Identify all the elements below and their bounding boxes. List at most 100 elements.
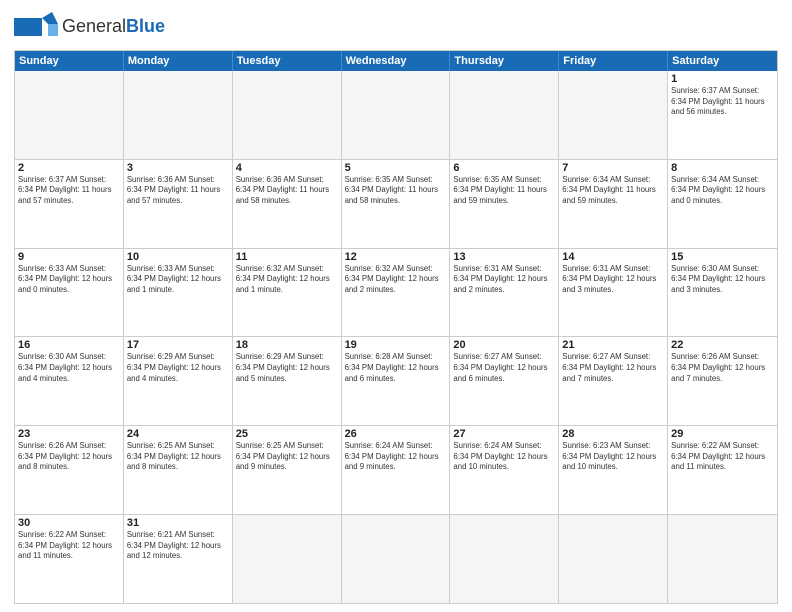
cell-11: 11Sunrise: 6:32 AM Sunset: 6:34 PM Dayli… [233,249,342,337]
day-info-21: Sunrise: 6:27 AM Sunset: 6:34 PM Dayligh… [562,352,664,384]
calendar-body: 1Sunrise: 6:37 AM Sunset: 6:34 PM Daylig… [15,71,777,603]
cell-3: 3Sunrise: 6:36 AM Sunset: 6:34 PM Daylig… [124,160,233,248]
logo-blue-text: Blue [126,16,165,36]
day-num-12: 12 [345,251,447,263]
day-num-28: 28 [562,428,664,440]
cell-27: 27Sunrise: 6:24 AM Sunset: 6:34 PM Dayli… [450,426,559,514]
day-num-13: 13 [453,251,555,263]
logo-svg [14,10,58,44]
cal-row-0: 1Sunrise: 6:37 AM Sunset: 6:34 PM Daylig… [15,71,777,159]
day-num-11: 11 [236,251,338,263]
cal-row-1: 2Sunrise: 6:37 AM Sunset: 6:34 PM Daylig… [15,159,777,248]
calendar: SundayMondayTuesdayWednesdayThursdayFrid… [14,50,778,604]
day-num-30: 30 [18,517,120,529]
cell-7: 7Sunrise: 6:34 AM Sunset: 6:34 PM Daylig… [559,160,668,248]
cell-12: 12Sunrise: 6:32 AM Sunset: 6:34 PM Dayli… [342,249,451,337]
cell-17: 17Sunrise: 6:29 AM Sunset: 6:34 PM Dayli… [124,337,233,425]
cell-24: 24Sunrise: 6:25 AM Sunset: 6:34 PM Dayli… [124,426,233,514]
day-info-29: Sunrise: 6:22 AM Sunset: 6:34 PM Dayligh… [671,441,774,473]
day-info-27: Sunrise: 6:24 AM Sunset: 6:34 PM Dayligh… [453,441,555,473]
day-info-13: Sunrise: 6:31 AM Sunset: 6:34 PM Dayligh… [453,264,555,296]
day-info-22: Sunrise: 6:26 AM Sunset: 6:34 PM Dayligh… [671,352,774,384]
header-wednesday: Wednesday [342,51,451,71]
day-num-7: 7 [562,162,664,174]
day-num-16: 16 [18,339,120,351]
day-info-16: Sunrise: 6:30 AM Sunset: 6:34 PM Dayligh… [18,352,120,384]
day-num-24: 24 [127,428,229,440]
cal-row-3: 16Sunrise: 6:30 AM Sunset: 6:34 PM Dayli… [15,336,777,425]
day-info-31: Sunrise: 6:21 AM Sunset: 6:34 PM Dayligh… [127,530,229,562]
day-num-8: 8 [671,162,774,174]
day-info-2: Sunrise: 6:37 AM Sunset: 6:34 PM Dayligh… [18,175,120,207]
cell-empty-0-4 [450,71,559,159]
cell-empty-0-5 [559,71,668,159]
logo-text: GeneralBlue [62,17,165,37]
day-info-17: Sunrise: 6:29 AM Sunset: 6:34 PM Dayligh… [127,352,229,384]
cell-empty-5-3 [342,515,451,603]
day-info-14: Sunrise: 6:31 AM Sunset: 6:34 PM Dayligh… [562,264,664,296]
cal-row-2: 9Sunrise: 6:33 AM Sunset: 6:34 PM Daylig… [15,248,777,337]
day-num-19: 19 [345,339,447,351]
day-num-31: 31 [127,517,229,529]
logo: GeneralBlue [14,10,165,44]
day-num-27: 27 [453,428,555,440]
day-info-3: Sunrise: 6:36 AM Sunset: 6:34 PM Dayligh… [127,175,229,207]
cell-22: 22Sunrise: 6:26 AM Sunset: 6:34 PM Dayli… [668,337,777,425]
cell-16: 16Sunrise: 6:30 AM Sunset: 6:34 PM Dayli… [15,337,124,425]
day-num-3: 3 [127,162,229,174]
day-num-26: 26 [345,428,447,440]
day-info-4: Sunrise: 6:36 AM Sunset: 6:34 PM Dayligh… [236,175,338,207]
day-num-1: 1 [671,73,774,85]
cell-26: 26Sunrise: 6:24 AM Sunset: 6:34 PM Dayli… [342,426,451,514]
day-info-6: Sunrise: 6:35 AM Sunset: 6:34 PM Dayligh… [453,175,555,207]
header-monday: Monday [124,51,233,71]
day-info-15: Sunrise: 6:30 AM Sunset: 6:34 PM Dayligh… [671,264,774,296]
day-info-30: Sunrise: 6:22 AM Sunset: 6:34 PM Dayligh… [18,530,120,562]
header-sunday: Sunday [15,51,124,71]
header-saturday: Saturday [668,51,777,71]
day-info-19: Sunrise: 6:28 AM Sunset: 6:34 PM Dayligh… [345,352,447,384]
cell-empty-0-1 [124,71,233,159]
day-num-5: 5 [345,162,447,174]
day-info-28: Sunrise: 6:23 AM Sunset: 6:34 PM Dayligh… [562,441,664,473]
header: GeneralBlue [14,10,778,44]
cell-empty-5-4 [450,515,559,603]
day-num-23: 23 [18,428,120,440]
day-num-10: 10 [127,251,229,263]
day-num-20: 20 [453,339,555,351]
cell-25: 25Sunrise: 6:25 AM Sunset: 6:34 PM Dayli… [233,426,342,514]
cell-21: 21Sunrise: 6:27 AM Sunset: 6:34 PM Dayli… [559,337,668,425]
cell-empty-0-0 [15,71,124,159]
day-info-18: Sunrise: 6:29 AM Sunset: 6:34 PM Dayligh… [236,352,338,384]
cell-2: 2Sunrise: 6:37 AM Sunset: 6:34 PM Daylig… [15,160,124,248]
cal-row-5: 30Sunrise: 6:22 AM Sunset: 6:34 PM Dayli… [15,514,777,603]
day-info-7: Sunrise: 6:34 AM Sunset: 6:34 PM Dayligh… [562,175,664,207]
day-num-25: 25 [236,428,338,440]
cell-23: 23Sunrise: 6:26 AM Sunset: 6:34 PM Dayli… [15,426,124,514]
day-info-12: Sunrise: 6:32 AM Sunset: 6:34 PM Dayligh… [345,264,447,296]
page: GeneralBlue SundayMondayTuesdayWednesday… [0,0,792,612]
cell-8: 8Sunrise: 6:34 AM Sunset: 6:34 PM Daylig… [668,160,777,248]
cell-6: 6Sunrise: 6:35 AM Sunset: 6:34 PM Daylig… [450,160,559,248]
cell-31: 31Sunrise: 6:21 AM Sunset: 6:34 PM Dayli… [124,515,233,603]
cell-18: 18Sunrise: 6:29 AM Sunset: 6:34 PM Dayli… [233,337,342,425]
cell-30: 30Sunrise: 6:22 AM Sunset: 6:34 PM Dayli… [15,515,124,603]
day-info-24: Sunrise: 6:25 AM Sunset: 6:34 PM Dayligh… [127,441,229,473]
cell-13: 13Sunrise: 6:31 AM Sunset: 6:34 PM Dayli… [450,249,559,337]
day-num-22: 22 [671,339,774,351]
day-num-14: 14 [562,251,664,263]
calendar-header: SundayMondayTuesdayWednesdayThursdayFrid… [15,51,777,71]
day-info-5: Sunrise: 6:35 AM Sunset: 6:34 PM Dayligh… [345,175,447,207]
day-info-10: Sunrise: 6:33 AM Sunset: 6:34 PM Dayligh… [127,264,229,296]
logo-general-text: General [62,16,126,36]
day-num-9: 9 [18,251,120,263]
day-num-2: 2 [18,162,120,174]
day-info-1: Sunrise: 6:37 AM Sunset: 6:34 PM Dayligh… [671,86,774,118]
cell-empty-5-2 [233,515,342,603]
day-num-29: 29 [671,428,774,440]
cell-empty-5-5 [559,515,668,603]
day-num-15: 15 [671,251,774,263]
day-info-9: Sunrise: 6:33 AM Sunset: 6:34 PM Dayligh… [18,264,120,296]
day-info-20: Sunrise: 6:27 AM Sunset: 6:34 PM Dayligh… [453,352,555,384]
header-thursday: Thursday [450,51,559,71]
